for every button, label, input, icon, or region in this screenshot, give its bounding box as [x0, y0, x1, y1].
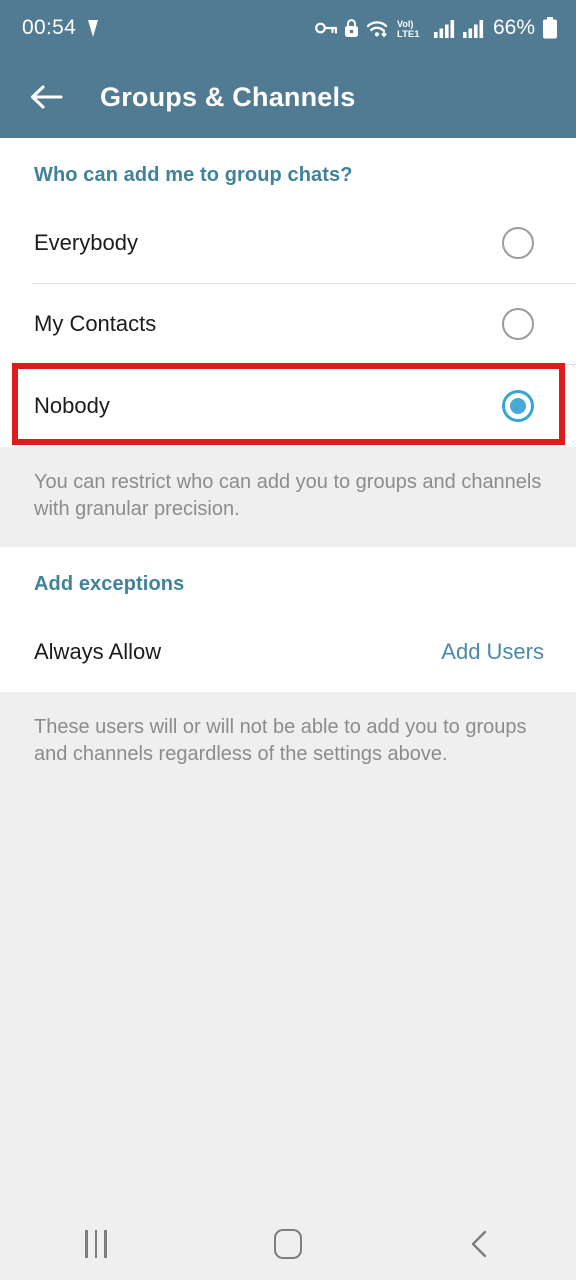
- back-button[interactable]: [430, 1208, 530, 1280]
- signal-bars-icon: [433, 19, 455, 38]
- wifi-icon: [366, 20, 388, 38]
- status-bar: 00:54 Vol) LTE1 66%: [0, 0, 576, 56]
- app-bar: Groups & Channels: [0, 56, 576, 138]
- status-bar-right: Vol) LTE1 66%: [315, 16, 558, 40]
- recents-button[interactable]: [46, 1208, 146, 1280]
- privacy-section-heading: Who can add me to group chats?: [34, 164, 353, 186]
- svg-text:LTE1: LTE1: [397, 29, 420, 38]
- location-arrow-icon: [88, 19, 99, 37]
- add-users-link[interactable]: Add Users: [441, 639, 544, 665]
- key-icon: [315, 22, 337, 34]
- radio-my-contacts[interactable]: [502, 308, 534, 340]
- page-title: Groups & Channels: [100, 81, 356, 112]
- privacy-footnote: You can restrict who can add you to grou…: [0, 447, 576, 547]
- option-row-my-contacts[interactable]: My Contacts: [0, 284, 576, 364]
- option-label-everybody: Everybody: [34, 230, 138, 255]
- exceptions-card: Add exceptions Always Allow Add Users: [0, 547, 576, 692]
- option-label-nobody: Nobody: [34, 393, 110, 418]
- option-label-my-contacts: My Contacts: [34, 311, 157, 336]
- radio-nobody[interactable]: [502, 390, 534, 422]
- volte1-icon: Vol) LTE1: [397, 19, 420, 38]
- phone-screen: 00:54 Vol) LTE1 66% Groups & Channels Wh…: [0, 0, 576, 1280]
- chevron-left-icon: [471, 1230, 487, 1258]
- option-row-everybody[interactable]: Everybody: [0, 203, 576, 283]
- option-row-nobody[interactable]: Nobody: [0, 365, 576, 447]
- privacy-card: Who can add me to group chats? Everybody…: [0, 138, 576, 447]
- back-arrow-button[interactable]: [22, 73, 70, 121]
- recents-icon: [85, 1230, 107, 1258]
- arrow-left-icon: [30, 85, 63, 109]
- settings-content: Who can add me to group chats? Everybody…: [0, 138, 576, 792]
- battery-icon: [543, 17, 557, 39]
- exceptions-section-heading: Add exceptions: [34, 573, 185, 595]
- lock-icon: [344, 18, 358, 37]
- status-clock: 00:54: [22, 16, 77, 39]
- svg-text:Vol): Vol): [397, 19, 413, 29]
- android-nav-bar: [0, 1208, 576, 1280]
- battery-percent-label: 66%: [492, 16, 535, 39]
- home-icon: [274, 1229, 302, 1259]
- always-allow-row[interactable]: Always Allow Add Users: [0, 612, 576, 692]
- exceptions-footnote: These users will or will not be able to …: [0, 692, 576, 792]
- always-allow-label: Always Allow: [34, 639, 162, 664]
- home-button[interactable]: [238, 1208, 338, 1280]
- status-bar-left: 00:54: [22, 16, 103, 40]
- signal-bars-icon: [462, 19, 484, 38]
- radio-everybody[interactable]: [502, 227, 534, 259]
